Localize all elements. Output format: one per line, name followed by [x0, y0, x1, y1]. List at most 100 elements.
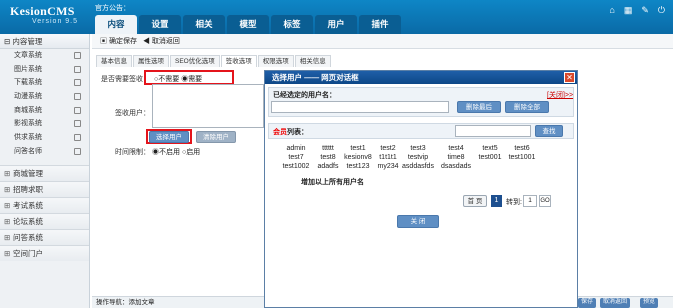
sidebar-section-mall[interactable]: ⊞ 商城管理: [0, 164, 89, 181]
footer-preview-button[interactable]: 预览: [640, 298, 659, 308]
sidebar-item-supply[interactable]: 供求系统: [0, 131, 89, 145]
edit-icon[interactable]: [74, 120, 81, 128]
sidebar-item-label: 供求系统: [14, 134, 42, 142]
help-link[interactable]: [关闭]>>: [547, 90, 573, 100]
tab-related[interactable]: 相关信息: [294, 55, 331, 67]
edit-icon[interactable]: [74, 147, 81, 155]
opt-yes-label: 需要: [188, 76, 203, 83]
nav-tab-related[interactable]: 相关: [183, 15, 225, 34]
edit-icon[interactable]: [74, 65, 81, 73]
dialog-title: 选择用户 —— 网页对话框: [265, 71, 577, 84]
sign-user-textarea[interactable]: [152, 84, 264, 128]
sidebar-item-image[interactable]: 图片系统: [0, 63, 89, 77]
tab-basic[interactable]: 基本信息: [96, 55, 132, 67]
edit-icon[interactable]: [74, 93, 81, 101]
user-option[interactable]: asddasfds: [399, 163, 437, 170]
sidebar-section-label: 空间门户: [13, 248, 43, 258]
close-icon[interactable]: ✕: [564, 72, 575, 83]
user-option[interactable]: time8: [437, 154, 475, 161]
user-option[interactable]: test1001: [503, 154, 541, 161]
sidebar-section-exam[interactable]: ⊞ 考试系统: [0, 196, 89, 213]
main-nav: 内容 设置 相关 模型 标签 用户 插件: [95, 15, 403, 34]
sidebar-header[interactable]: ⊟ 内容管理: [0, 34, 89, 49]
cancel-button[interactable]: ◀ 取消返回: [143, 36, 180, 46]
edit-icon[interactable]: [74, 52, 81, 59]
back-icon: ◀: [142, 38, 152, 45]
first-page-button[interactable]: 首 页: [463, 195, 487, 207]
delete-last-button[interactable]: 删除最后: [457, 101, 501, 113]
user-option[interactable]: test3: [399, 145, 437, 152]
user-option[interactable]: test6: [503, 145, 541, 152]
user-search-input[interactable]: [455, 125, 531, 137]
sidebar-item-label: 商城系统: [14, 106, 42, 114]
sidebar-section-space[interactable]: ⊞ 空间门户: [0, 244, 89, 261]
user-option[interactable]: testvip: [399, 154, 437, 161]
plus-icon: ⊞: [4, 200, 11, 210]
save-button[interactable]: ▣ 确定保存: [100, 36, 137, 46]
top-header: KesionCMS Version 9.5 官方公告： 内容 设置 相关 模型 …: [0, 0, 673, 34]
select-user-button[interactable]: 选择用户: [149, 131, 189, 143]
home-icon[interactable]: ⌂: [609, 5, 614, 16]
nav-tab-model[interactable]: 模型: [227, 15, 269, 34]
sidebar-item-article[interactable]: 文章系统: [0, 49, 89, 63]
nav-tab-tags[interactable]: 标签: [271, 15, 313, 34]
radio-time-off[interactable]: ◉: [152, 149, 159, 156]
sidebar-section-qa[interactable]: ⊞ 问答系统: [0, 228, 89, 245]
power-icon[interactable]: ⏻: [658, 5, 665, 16]
nav-tab-plugins[interactable]: 插件: [359, 15, 401, 34]
user-list-suffix: 列表：: [287, 129, 308, 136]
plus-icon: ⊞: [4, 248, 11, 258]
clear-user-button[interactable]: 清除用户: [196, 131, 236, 143]
current-page[interactable]: 1: [491, 195, 502, 207]
sidebar-item-video[interactable]: 影视系统: [0, 117, 89, 131]
tab-seo[interactable]: SEO优化选项: [170, 55, 220, 67]
sidebar-item-download[interactable]: 下载系统: [0, 76, 89, 90]
sidebar-section-label: 招聘求职: [13, 184, 43, 194]
grid-icon[interactable]: ▦: [624, 5, 633, 16]
sidebar-section-label: 商城管理: [13, 168, 43, 178]
plus-icon: ⊞: [4, 216, 11, 226]
save-icon: ▣: [100, 38, 109, 45]
need-sign-options: ○不需要 ◉需要: [154, 74, 202, 84]
sidebar-section-label: 问答系统: [13, 232, 43, 242]
need-sign-label: 是否需要签收：: [101, 76, 150, 83]
user-option[interactable]: dsasdads: [437, 163, 475, 170]
time-no-label: 不启用: [159, 149, 180, 156]
sign-user-label: 签收用户：: [115, 110, 150, 117]
selected-users-input[interactable]: [271, 101, 449, 113]
add-all-users-link[interactable]: 增加以上所有用户名: [301, 177, 364, 187]
wrench-icon[interactable]: ✎: [641, 5, 649, 16]
edit-icon[interactable]: [74, 134, 81, 142]
dialog-close-button[interactable]: 关 闭: [397, 215, 439, 228]
sidebar-item-anime[interactable]: 动漫系统: [0, 90, 89, 104]
goto-button[interactable]: GO: [539, 195, 551, 207]
nav-tab-content[interactable]: 内容: [95, 15, 137, 34]
edit-icon[interactable]: [74, 79, 81, 87]
edit-icon[interactable]: [74, 106, 81, 114]
goto-label: 转到:: [506, 199, 522, 206]
official-notice: 官方公告：: [95, 5, 130, 12]
tab-sign[interactable]: 签收选项: [220, 55, 257, 67]
sidebar-item-shop[interactable]: 商城系统: [0, 104, 89, 118]
save-label: 确定保存: [108, 38, 137, 45]
goto-page-input[interactable]: 1: [523, 195, 537, 207]
nav-tab-users[interactable]: 用户: [315, 15, 357, 34]
sidebar-header-label: 内容管理: [12, 37, 43, 46]
delete-all-button[interactable]: 删除全部: [505, 101, 549, 113]
footer-nav-label: 操作导航：: [96, 299, 129, 306]
time-limit-label: 时间限制：: [115, 149, 150, 156]
sidebar-section-forum[interactable]: ⊞ 论坛系统: [0, 212, 89, 229]
nav-tab-settings[interactable]: 设置: [139, 15, 181, 34]
tab-permission[interactable]: 权限选项: [257, 55, 294, 67]
footer-cancel-button[interactable]: 取消返回: [600, 298, 631, 308]
footer-save-button[interactable]: 保存: [578, 298, 597, 308]
tab-attributes[interactable]: 属性选项: [133, 55, 169, 67]
select-user-dialog: 选择用户 —— 网页对话框 ✕ 已经选定的用户名： [关闭]>> 删除最后 删除…: [264, 70, 578, 308]
sidebar-item-qa[interactable]: 问答名师: [0, 145, 89, 159]
plus-icon: ⊞: [4, 232, 11, 242]
user-option[interactable]: test4: [437, 145, 475, 152]
sidebar-section-jobs[interactable]: ⊞ 招聘求职: [0, 180, 89, 197]
plus-icon: ⊞: [4, 184, 11, 194]
search-button[interactable]: 查找: [535, 125, 563, 137]
sidebar-item-label: 下载系统: [14, 79, 42, 87]
